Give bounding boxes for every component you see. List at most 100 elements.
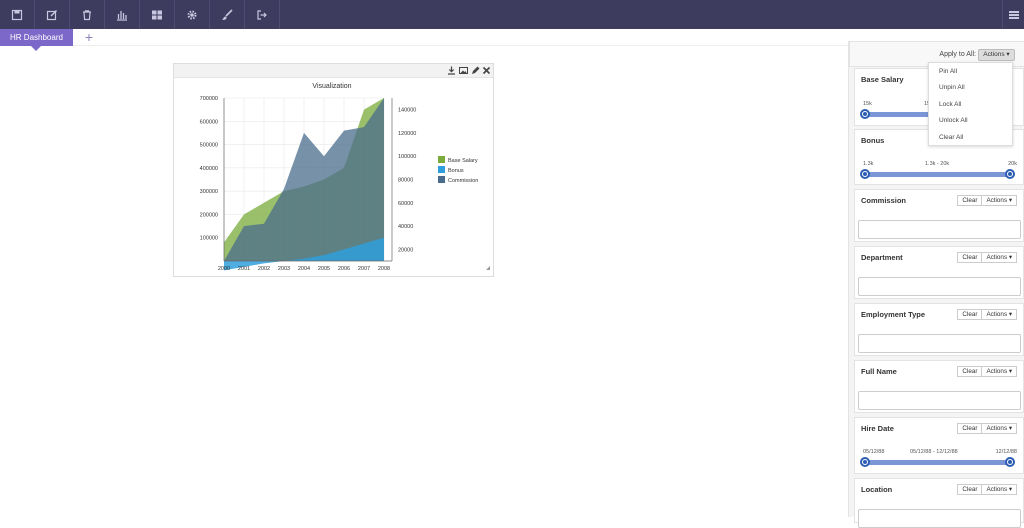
y-tick-label-right: 60000 [398,201,413,207]
menu-item-unlock-all[interactable]: Unlock All [939,117,968,124]
menu-item-unpin-all[interactable]: Unpin All [939,84,965,91]
panel-toggle-button[interactable] [1002,0,1024,29]
widget-header [174,64,493,78]
actions-button[interactable]: Actions ▾ [982,252,1017,263]
delete-button[interactable] [70,0,105,29]
filter-department: Department Clear Actions ▾ [854,246,1024,299]
widgets-button[interactable] [140,0,175,29]
clear-button[interactable]: Clear [957,252,983,263]
close-icon[interactable] [482,66,491,75]
trash-icon [83,9,91,20]
legend-label: Commission [448,178,478,184]
employment-type-input[interactable] [858,334,1021,353]
widgets-icon [152,10,162,19]
x-tick-label: 2004 [298,266,310,272]
commission-input[interactable] [858,220,1021,239]
x-tick-label: 2007 [358,266,370,272]
filter-title: Location [861,485,893,494]
y-tick-label-right: 100000 [398,154,416,160]
download-icon[interactable] [447,66,456,75]
slider-min-label: 1.3k [863,161,874,167]
tab-hr-dashboard[interactable]: HR Dashboard [0,29,73,51]
filter-title: Base Salary [861,75,904,84]
slider-max-label: 20k [1008,161,1017,167]
clear-button[interactable]: Clear [957,309,983,320]
slider-knob-max[interactable] [1005,169,1015,179]
full-name-input[interactable] [858,391,1021,410]
y-tick-label-left: 200000 [200,212,218,218]
slider-knob-min[interactable] [860,109,870,119]
clear-button[interactable]: Clear [957,423,983,434]
theme-button[interactable] [210,0,245,29]
filter-hire-date: Hire Date Clear Actions ▾ 05/12/88 05/12/… [854,417,1024,474]
edit-icon [46,9,57,20]
filter-full-name: Full Name Clear Actions ▾ [854,360,1024,413]
y-tick-label-left: 100000 [200,236,218,242]
slider-knob-min[interactable] [860,169,870,179]
y-tick-label-right: 120000 [398,131,416,137]
x-tick-label: 2005 [318,266,330,272]
panel-toggle-icon [1008,10,1019,19]
save-icon [11,9,23,20]
chart-legend: Base Salary Bonus Commission [438,156,478,184]
clear-button[interactable]: Clear [957,366,983,377]
filter-employment-type: Employment Type Clear Actions ▾ [854,303,1024,356]
legend-swatch [438,166,445,173]
actions-button[interactable]: Actions ▾ [982,423,1017,434]
y-tick-label-left: 600000 [200,119,218,125]
image-icon[interactable] [459,66,468,75]
slider-min-label: 15k [863,101,872,107]
y-tick-label-left: 700000 [200,96,218,102]
x-tick-label: 2008 [378,266,390,272]
pencil-icon[interactable] [471,66,480,75]
menu-item-clear-all[interactable]: Clear All [939,134,963,141]
hire-date-slider[interactable] [860,457,1015,467]
filter-title: Department [861,253,903,262]
chart-button[interactable] [105,0,140,29]
slider-min-label: 05/12/88 [863,449,885,455]
settings-button[interactable] [175,0,210,29]
y-tick-label-right: 20000 [398,247,413,253]
location-input[interactable] [858,509,1021,528]
top-toolbar [0,0,1024,29]
x-tick-label: 2006 [338,266,350,272]
slider-max-label: 12/12/88 [995,449,1017,455]
chart-title: Visualization [312,83,351,90]
x-tick-label: 2003 [278,266,290,272]
legend-swatch [438,156,445,163]
apply-actions-button[interactable]: Actions ▾ [978,49,1015,61]
bonus-slider[interactable] [860,169,1015,179]
x-tick-label: 2000 [218,266,230,272]
x-tick-label: 2001 [238,266,250,272]
resize-handle[interactable] [486,266,490,270]
actions-dropdown-menu: Pin All Unpin All Lock All Unlock All Cl… [928,62,1013,146]
actions-button[interactable]: Actions ▾ [982,366,1017,377]
actions-button[interactable]: Actions ▾ [982,484,1017,495]
slider-knob-min[interactable] [860,457,870,467]
x-tick-label: 2002 [258,266,270,272]
filter-title: Bonus [861,136,885,145]
filter-title: Employment Type [861,310,926,319]
actions-button[interactable]: Actions ▾ [982,195,1017,206]
legend-label: Bonus [448,168,464,174]
actions-button[interactable]: Actions ▾ [982,309,1017,320]
department-input[interactable] [858,277,1021,296]
brush-icon [222,8,233,20]
slider-knob-max[interactable] [1005,457,1015,467]
gear-icon [187,10,197,19]
y-tick-label-right: 140000 [398,108,416,114]
clear-button[interactable]: Clear [957,195,983,206]
menu-item-pin-all[interactable]: Pin All [939,68,957,75]
filter-title: Full Name [861,367,897,376]
save-button[interactable] [0,0,35,29]
menu-item-lock-all[interactable]: Lock All [939,101,961,108]
logout-icon [257,9,267,20]
add-tab-button[interactable]: + [82,30,96,44]
y-tick-label-right: 40000 [398,224,413,230]
area-chart: Visualization 700000 600000 500000 400000 30… [200,83,490,272]
clear-button[interactable]: Clear [957,484,983,495]
visualization-widget[interactable]: Visualization 700000 600000 500000 400000 30… [173,63,494,277]
logout-button[interactable] [245,0,280,29]
edit-button[interactable] [35,0,70,29]
legend-swatch [438,176,445,183]
